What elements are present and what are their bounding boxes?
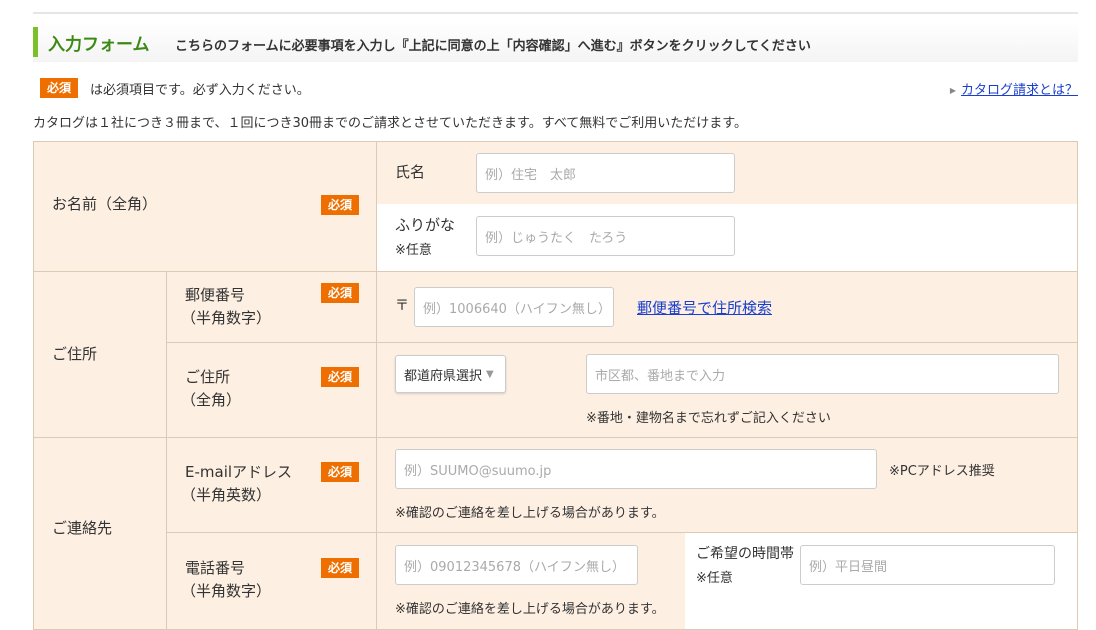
page-description: こちらのフォームに必要事項を入力し『上記に同意の上「内容確認」へ進む』ボタンをク… <box>175 39 811 54</box>
name-input[interactable]: 例）住宅 太郎 <box>476 153 735 193</box>
address-row: 都道府県選択 ▼ 市区都、番地まで入力 ※番地・建物名まで忘れずご記入ください <box>376 342 1078 438</box>
time-optional-note: ※任意 <box>696 571 733 586</box>
phone-confirm-note: ※確認のご連絡を差し上げる場合があります。 <box>395 602 665 617</box>
email-format-note: （半角英数） <box>181 486 272 504</box>
required-legend-text: は必須項目です。必ず入力ください。 <box>90 82 310 98</box>
request-form: お名前（全角） 必須 氏名 例）住宅 太郎 ふりがな ※任意 例）じゅうたく た… <box>33 141 1078 630</box>
address-section-header: ご住所 <box>33 271 167 438</box>
top-divider <box>33 12 1078 14</box>
phone-label: 電話番号 <box>185 559 246 577</box>
contact-section-header: ご連絡先 <box>33 437 167 630</box>
catalog-help: ▶ カタログ請求とは？ <box>950 79 1078 98</box>
furigana-optional-note: ※任意 <box>395 243 432 258</box>
address-input[interactable]: 市区都、番地まで入力 <box>586 354 1059 394</box>
name-section-header: お名前（全角） 必須 <box>33 141 377 272</box>
address-format-note: （全角） <box>181 391 242 409</box>
name-section-label: お名前（全角） <box>52 195 158 213</box>
time-row: ご希望の時間帯 ※任意 例）平日昼間 <box>685 532 1078 630</box>
required-badge: 必須 <box>40 78 78 98</box>
page-title: 入力フォーム <box>48 35 150 55</box>
postal-mark: 〒 <box>395 298 409 314</box>
email-confirm-note: ※確認のご連絡を差し上げる場合があります。 <box>395 506 665 521</box>
required-badge: 必須 <box>321 367 359 387</box>
prefecture-select-value: 都道府県選択 <box>404 368 483 384</box>
email-recommend-note: ※PCアドレス推奨 <box>889 464 995 479</box>
address-note: ※番地・建物名まで忘れずご記入ください <box>586 411 831 426</box>
phone-format-note: （半角数字） <box>181 582 272 600</box>
phone-input[interactable]: 例）09012345678（ハイフン無し） <box>395 545 638 585</box>
email-label-cell: E-mailアドレス （半角英数） 必須 <box>166 437 377 533</box>
prefecture-select[interactable]: 都道府県選択 ▼ <box>395 355 506 393</box>
triangle-right-icon: ▶ <box>949 86 956 95</box>
furigana-label: ふりがな <box>395 216 456 234</box>
postal-label-cell: 郵便番号 （半角数字） 必須 <box>166 271 377 343</box>
email-input[interactable]: 例）SUUMO@suumo.jp <box>395 449 877 489</box>
catalog-info-text: カタログは１社につき３冊まで、１回につき30冊までのご請求とさせていただきます。… <box>33 116 747 131</box>
title-accent-bar <box>33 27 38 57</box>
postal-search-link[interactable]: 郵便番号で住所検索 <box>637 297 772 318</box>
address-label: ご住所 <box>185 368 231 386</box>
name-label: 氏名 <box>395 163 426 181</box>
phone-label-cell: 電話番号 （半角数字） 必須 <box>166 532 377 630</box>
required-badge: 必須 <box>321 283 359 303</box>
catalog-help-link[interactable]: カタログ請求とは？ <box>961 83 1078 98</box>
postal-format-note: （半角数字） <box>181 309 272 327</box>
time-label: ご希望の時間帯 <box>696 546 794 562</box>
contact-section-label: ご連絡先 <box>52 519 113 537</box>
address-label-cell: ご住所 （全角） 必須 <box>166 342 377 438</box>
time-input[interactable]: 例）平日昼間 <box>800 545 1055 585</box>
furigana-input[interactable]: 例）じゅうたく たろう <box>476 216 735 256</box>
furigana-row: ふりがな ※任意 例）じゅうたく たろう <box>376 204 1078 272</box>
required-badge: 必須 <box>321 558 359 578</box>
chevron-down-icon: ▼ <box>486 368 494 380</box>
name-row: 氏名 例）住宅 太郎 <box>376 141 1078 205</box>
required-legend: 必須 は必須項目です。必ず入力ください。 <box>40 78 310 98</box>
address-section-label: ご住所 <box>52 345 98 363</box>
email-label: E-mailアドレス <box>185 463 293 481</box>
required-badge: 必須 <box>321 462 359 482</box>
phone-row: 例）09012345678（ハイフン無し） ※確認のご連絡を差し上げる場合があり… <box>376 532 686 630</box>
postal-label: 郵便番号 <box>185 286 246 304</box>
postal-code-input[interactable]: 例）1006640（ハイフン無し） <box>414 287 614 327</box>
required-badge: 必須 <box>321 195 359 215</box>
email-row: 例）SUUMO@suumo.jp ※PCアドレス推奨 ※確認のご連絡を差し上げる… <box>376 437 1078 533</box>
postal-row: 〒 例）1006640（ハイフン無し） 郵便番号で住所検索 <box>376 271 1078 343</box>
